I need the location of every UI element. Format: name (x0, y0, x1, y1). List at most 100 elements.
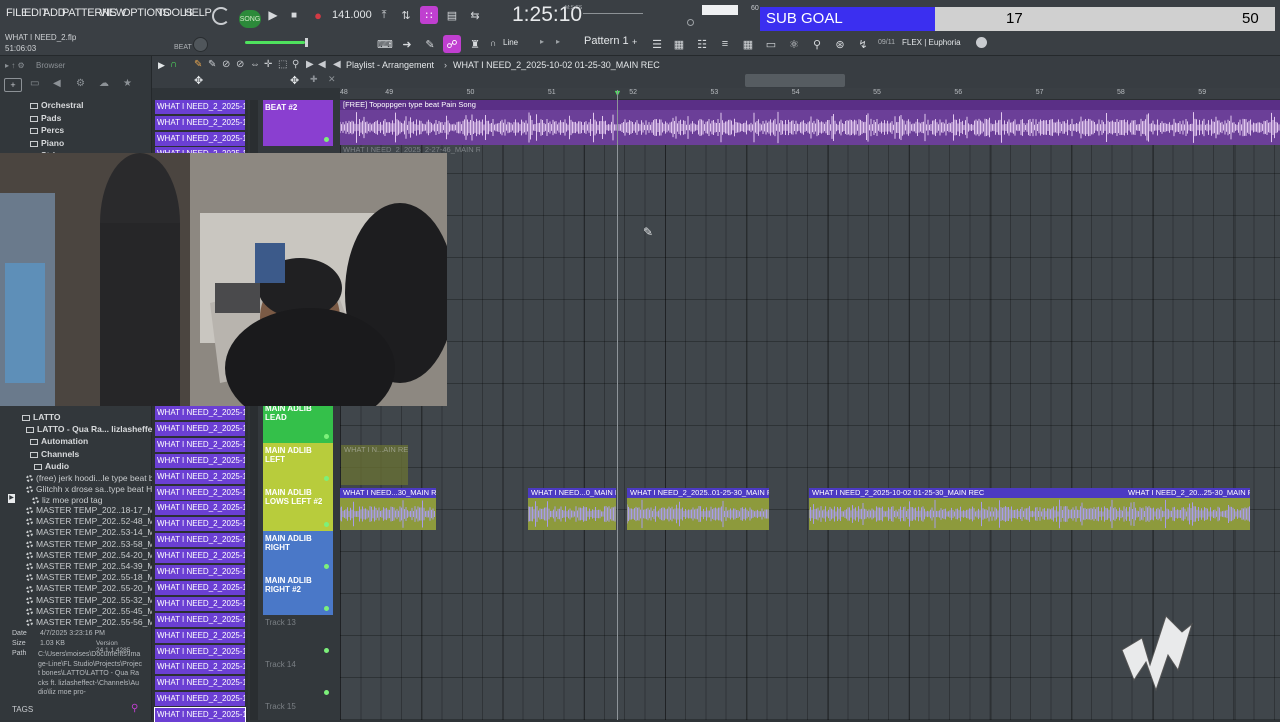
scrub-handle-icon[interactable] (687, 19, 694, 26)
browser-folder-latto-project[interactable]: LATTO - Qua Ra... lizlasheffect (26, 424, 160, 434)
browser-folder-channels[interactable]: Channels (30, 449, 79, 459)
pattern-clip-item[interactable]: WHAT I NEED_2_2025-10... (155, 533, 245, 548)
track-header-track-15[interactable]: Track 15 (263, 699, 333, 720)
zoom-tool-icon[interactable]: ⚲ (292, 59, 299, 70)
pattern-clip-item[interactable]: WHAT I NEED_2_2025-10... (155, 580, 245, 595)
pattern-clip-item[interactable]: WHAT I NEED_2_2025-10... (155, 676, 245, 691)
pattern-picker-icon[interactable]: ✚ (310, 74, 318, 85)
master-volume-knob[interactable] (193, 37, 208, 52)
pin-icon[interactable]: ⚲ (808, 35, 826, 53)
track-header-main-adlib-right[interactable]: MAIN ADLIB RIGHT (263, 531, 333, 573)
browser-folder-automation[interactable]: Automation (30, 436, 88, 446)
browser-folder-piano[interactable]: Piano (30, 138, 64, 148)
arrow-right-icon[interactable]: ➜ (398, 35, 416, 53)
pattern-add-icon[interactable]: + (632, 37, 637, 47)
pattern-clip-item[interactable]: WHAT I NEED_2_2025-10... (155, 565, 245, 579)
select-tool-icon[interactable]: ⬚ (278, 59, 287, 70)
stamp-icon[interactable]: ♜ (466, 35, 484, 53)
audio-clip-adlib-lows[interactable]: WHAT I NEED_2_20...25-30_MAIN REC (1125, 488, 1250, 530)
stop-icon[interactable]: ■ (285, 6, 303, 24)
slice-tool-icon[interactable]: ✛ (264, 59, 272, 70)
pattern-clip-item[interactable]: WHAT I NEED_2_2025-10... (155, 421, 245, 436)
pattern-clip-item[interactable]: WHAT I NEED_2_2025-10... (155, 115, 245, 130)
browser-folder-pads[interactable]: Pads (30, 113, 61, 123)
playlist-menu-icon[interactable]: ▶ (158, 60, 165, 71)
keyboard-icon[interactable]: ⌨ (376, 35, 394, 53)
pattern-clip-item[interactable]: WHAT I NEED_2_2025-10... (155, 100, 245, 114)
browser-folder-percs[interactable]: Percs (30, 125, 64, 135)
menu-help[interactable]: HELP (184, 7, 212, 19)
track-header-beat[interactable]: BEAT #2 (263, 100, 333, 146)
countdown-icon[interactable]: ∷ (420, 6, 438, 24)
browser-cloud-icon[interactable]: ☁ (99, 78, 109, 89)
song-mode-button[interactable]: SONG (239, 10, 261, 28)
tempo-display[interactable]: 141.000 (332, 9, 372, 21)
help-icon[interactable]: ↯ (854, 35, 872, 53)
pattern-prev-icon[interactable]: ▸ (556, 37, 560, 46)
blend-notes-icon[interactable]: ▤ (443, 6, 461, 24)
track-header-main-adlib-right-2[interactable]: MAIN ADLIB RIGHT #2 (263, 573, 333, 615)
snap-select[interactable]: Line (503, 38, 518, 47)
pattern-clip-item[interactable]: WHAT I NEED_2_2025-10... (155, 517, 245, 532)
master-pitch-slider[interactable] (245, 41, 305, 44)
browser-speaker-icon[interactable]: ◀ (53, 78, 61, 89)
browser-file[interactable]: liz moe prod tag (32, 495, 102, 505)
draw-tool-icon[interactable]: ✎ (421, 35, 439, 53)
play-icon[interactable]: ▶ (264, 6, 282, 24)
browser-file[interactable]: (free) jerk hoodi...le type beat bound (26, 473, 173, 483)
delete-tool-icon[interactable]: ⊘ (222, 59, 230, 70)
track-header-track-14[interactable]: Track 14 (263, 657, 333, 699)
drag-track-icon[interactable]: ✥ (290, 74, 299, 87)
track-header-main-adlib-lows-left-2[interactable]: MAIN ADLIB LOWS LEFT #2 (263, 485, 333, 531)
audio-clip-adlib-lows[interactable]: WHAT I NEED...0_MAIN REC (528, 488, 616, 530)
wait-input-icon[interactable]: ⇅ (397, 6, 415, 24)
audio-clip-adlib-lows[interactable]: WHAT I NEED_2_2025-10-02 01-25-30_MAIN R… (809, 488, 1125, 530)
pitch-slider-handle[interactable] (305, 38, 308, 47)
pattern-selector[interactable]: Pattern 1 (584, 35, 629, 47)
record-icon[interactable]: ● (309, 6, 327, 24)
pattern-clip-item[interactable]: WHAT I NEED_2_2025-10... (155, 453, 245, 468)
pattern-clip-item[interactable]: WHAT I NEED_2_2025-10... (155, 628, 245, 643)
pattern-clip-item[interactable]: WHAT I NEED_2_2025-10... (155, 612, 245, 627)
paint-tool-icon[interactable]: ✎ (208, 59, 216, 70)
timeline-ruler[interactable]: 48 49 50 51 52 53 54 55 56 57 58 59 (340, 88, 1280, 100)
pattern-clip-item[interactable]: WHAT I NEED_2_2025-10... (155, 437, 245, 452)
browser-folder-orchestral[interactable]: Orchestral (30, 100, 84, 110)
browser-folder-audio[interactable]: Audio (34, 461, 69, 471)
browser-add-icon[interactable]: + (4, 78, 22, 92)
plugin-picker-icon[interactable]: ▦ (739, 35, 757, 53)
pattern-clip-item[interactable]: WHAT I NEED_2_2025-10... (155, 692, 245, 707)
slip-tool-icon[interactable]: ⇔ (250, 59, 260, 70)
audio-clip-adlib-lows[interactable]: WHAT I NEED...30_MAIN REC (340, 488, 436, 530)
audio-clip-adlib-lows[interactable]: WHAT I NEED_2_2025..01-25-30_MAIN REC (627, 488, 769, 530)
piano-roll-icon[interactable]: ▦ (670, 35, 688, 53)
mixer-icon[interactable]: ≡ (716, 35, 734, 53)
track-header-main-adlib-left[interactable]: MAIN ADLIB LEFT (263, 443, 333, 485)
pencil-tool-icon[interactable]: ✎ (194, 59, 202, 70)
online-icon[interactable] (976, 37, 987, 48)
browser-star-icon[interactable]: ★ (123, 78, 132, 89)
audio-clip-beat[interactable]: [FREE] Topoppgen type beat Pain Song (340, 100, 1280, 145)
speaker-icon[interactable]: ◀ (318, 59, 326, 70)
browser-icon[interactable]: ▭ (762, 35, 780, 53)
snap-dropdown-icon[interactable]: ▸ (540, 37, 544, 46)
pattern-clip-item[interactable]: WHAT I NEED_2_2025-10... (155, 596, 245, 611)
playlist-icon[interactable]: ☰ (648, 35, 666, 53)
playback-tool-icon[interactable]: ▶ (306, 59, 314, 70)
time-scrub-line[interactable] (583, 13, 643, 14)
pattern-clip-item[interactable]: WHAT I NEED_2_2025-10... (155, 549, 245, 564)
pattern-clip-item[interactable]: WHAT I NEED_2_2025-10... (155, 469, 245, 484)
metronome-icon[interactable]: ⤒ (375, 6, 393, 24)
loop-icon[interactable] (212, 7, 230, 25)
magnet-icon[interactable]: ∩ (490, 38, 496, 48)
pattern-clip-item[interactable]: WHAT I NEED_2_2025-10... (155, 660, 245, 675)
track-header-main-adlib-lead[interactable]: MAIN ADLIB LEAD (263, 401, 333, 443)
audio-clip-ghost[interactable]: WHAT I N...AIN REC (341, 445, 408, 485)
channel-rack-icon[interactable]: ☷ (693, 35, 711, 53)
magnet-snap-icon[interactable]: ∩ (170, 59, 177, 70)
browser-plugin-icon[interactable]: ⚙ (76, 78, 85, 89)
loop-record-icon[interactable]: ⇆ (466, 6, 484, 24)
browser-file-icon[interactable]: ▭ (30, 78, 39, 89)
pattern-clip-item[interactable]: WHAT I NEED_2_2025-10... (155, 485, 245, 500)
track-header-track-13[interactable]: Track 13 (263, 615, 333, 657)
